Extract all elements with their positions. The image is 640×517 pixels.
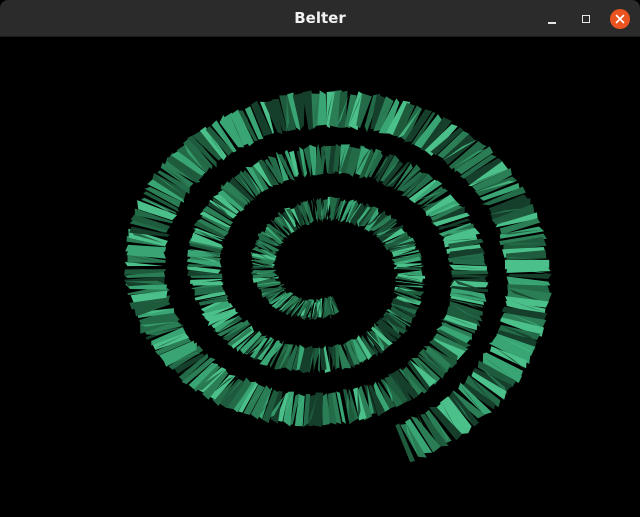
belt-segment: [451, 274, 489, 278]
title-bar[interactable]: Belter: [0, 0, 640, 37]
app-window: Belter: [0, 0, 640, 517]
spiral-belt: [123, 90, 552, 463]
maximize-button[interactable]: [576, 9, 596, 29]
close-icon: [615, 14, 625, 24]
minimize-button[interactable]: [542, 9, 562, 29]
render-canvas: [0, 37, 640, 517]
close-button[interactable]: [610, 9, 630, 29]
